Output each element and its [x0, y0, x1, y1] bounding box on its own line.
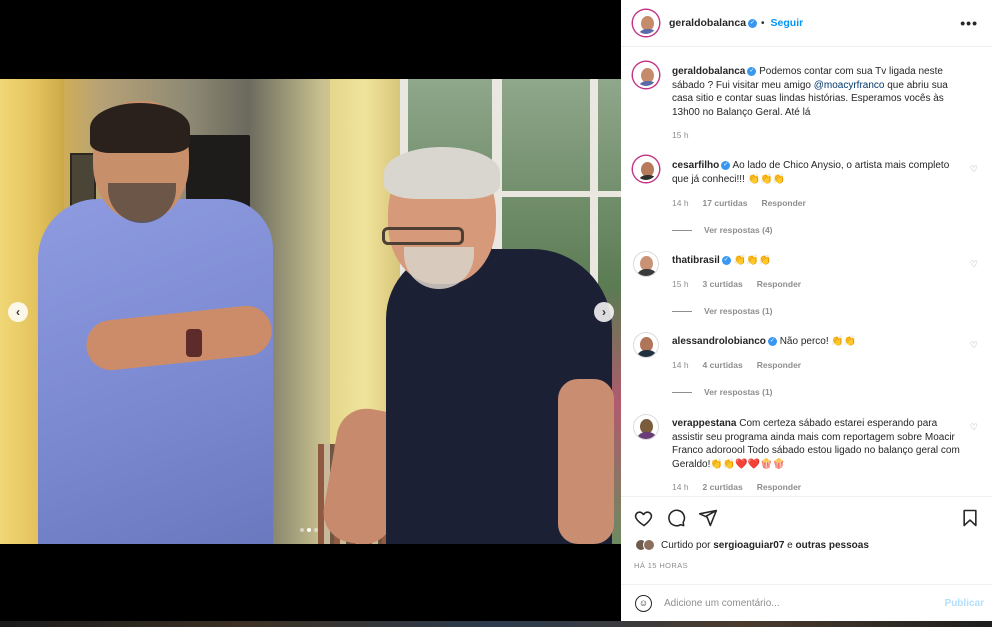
comment-like-icon[interactable]: ♡ — [970, 164, 978, 175]
more-options-icon[interactable]: ••• — [960, 15, 978, 31]
post-actions: Curtido por sergioaguiar07 e outras pess… — [621, 496, 992, 583]
verified-icon: ✓ — [767, 336, 777, 346]
person-right-glasses — [382, 227, 464, 245]
follow-button[interactable]: Seguir — [771, 17, 804, 29]
comment-likes-count[interactable]: 4 curtidas — [703, 360, 743, 370]
verified-icon: ✓ — [721, 255, 731, 265]
person-left-hair — [90, 103, 190, 153]
post-side-panel: geraldobalanca ✓ • Seguir ••• geraldobal… — [621, 0, 992, 621]
caption-meta: 15 h — [672, 130, 689, 140]
comment-like-icon[interactable]: ♡ — [970, 422, 978, 433]
comment-item: verappestana Com certeza sábado estarei … — [633, 414, 978, 496]
comment-meta: 15 h 3 curtidas Responder — [672, 279, 802, 289]
carousel-dot — [314, 528, 318, 532]
person-left-watch — [186, 329, 202, 357]
comment-text: cesarfilho ✓ Ao lado de Chico Anysio, o a… — [672, 160, 950, 185]
caption: geraldobalanca ✓ Podemos contar com sua T… — [633, 62, 978, 152]
person-left-shirt — [38, 199, 273, 544]
verified-icon: ✓ — [748, 18, 758, 28]
carousel-indicator — [300, 528, 318, 532]
emoji-icon[interactable]: ☺ — [635, 594, 652, 612]
view-replies-button[interactable]: Ver respostas (4) — [672, 225, 773, 235]
share-icon[interactable] — [698, 508, 718, 528]
comment-text: thatibrasil ✓ 👏👏👏 — [672, 255, 771, 266]
comment-username[interactable]: cesarfilho — [672, 160, 719, 171]
comment-icon[interactable] — [666, 508, 686, 528]
comment-text: alessandrolobianco ✓ Não perco! 👏👏 — [672, 336, 857, 347]
carousel-dot-active — [307, 528, 311, 532]
avatar[interactable] — [633, 62, 659, 88]
avatar — [643, 539, 655, 551]
carousel-prev-button[interactable]: ‹ — [8, 302, 28, 322]
reply-button[interactable]: Responder — [757, 279, 801, 289]
carousel-dot — [300, 528, 304, 532]
reply-button[interactable]: Responder — [757, 360, 801, 370]
avatar[interactable] — [633, 414, 659, 440]
comment-item: alessandrolobianco ✓ Não perco! 👏👏 ♡ 14 h… — [633, 332, 978, 407]
view-replies-button[interactable]: Ver respostas (1) — [672, 387, 773, 397]
reply-button[interactable]: Responder — [761, 198, 805, 208]
verified-icon: ✓ — [721, 160, 731, 170]
action-icons — [634, 508, 980, 528]
comment-input[interactable] — [664, 597, 945, 609]
verified-icon: ✓ — [747, 66, 757, 76]
comment-likes-count[interactable]: 2 curtidas — [703, 482, 743, 492]
reply-button[interactable]: Responder — [757, 482, 801, 492]
comment-composer: ☺ Publicar — [621, 584, 992, 621]
header-username[interactable]: geraldobalanca — [669, 17, 746, 29]
publish-button[interactable]: Publicar — [945, 598, 984, 609]
comment-meta: 14 h 4 curtidas Responder — [672, 360, 802, 370]
bookmark-icon[interactable] — [960, 508, 980, 528]
post-photo[interactable] — [0, 79, 621, 544]
liker-username[interactable]: sergioaguiar07 — [713, 540, 784, 551]
comments-list[interactable]: geraldobalanca ✓ Podemos contar com sua T… — [621, 48, 992, 496]
mention-link[interactable]: @moacyrfranco — [814, 80, 885, 91]
view-replies-button[interactable]: Ver respostas (1) — [672, 306, 773, 316]
avatar[interactable] — [633, 156, 659, 182]
comment-meta: 14 h 2 curtidas Responder — [672, 482, 802, 492]
avatar[interactable] — [633, 10, 659, 36]
person-right-arm-right — [558, 379, 614, 544]
comment-item: cesarfilho ✓ Ao lado de Chico Anysio, o a… — [633, 156, 978, 236]
post-header: geraldobalanca ✓ • Seguir ••• — [621, 0, 992, 47]
comment-meta: 14 h 17 curtidas Responder — [672, 198, 806, 208]
comment-username[interactable]: verappestana — [672, 418, 736, 429]
post-timestamp[interactable]: HÁ 15 HORAS — [634, 561, 688, 570]
post-media: ‹ › — [0, 0, 621, 621]
comment-likes-count[interactable]: 3 curtidas — [703, 279, 743, 289]
comment-text: verappestana Com certeza sábado estarei … — [672, 418, 960, 470]
comment-username[interactable]: thatibrasil — [672, 255, 720, 266]
chevron-right-icon: › — [602, 305, 606, 319]
avatar[interactable] — [633, 332, 659, 358]
caption-username[interactable]: geraldobalanca — [672, 66, 745, 77]
avatar[interactable] — [633, 251, 659, 277]
likers-link[interactable]: outras pessoas — [796, 540, 869, 551]
comment-like-icon[interactable]: ♡ — [970, 340, 978, 351]
likes-summary: Curtido por sergioaguiar07 e outras pess… — [635, 539, 869, 551]
comment-likes-count[interactable]: 17 curtidas — [703, 198, 748, 208]
person-right-hair — [384, 147, 500, 199]
carousel-next-button[interactable]: › — [594, 302, 614, 322]
comment-username[interactable]: alessandrolobianco — [672, 336, 766, 347]
chevron-left-icon: ‹ — [16, 305, 20, 319]
heart-icon[interactable] — [634, 508, 654, 528]
comment-like-icon[interactable]: ♡ — [970, 259, 978, 270]
comment-item: thatibrasil ✓ 👏👏👏 ♡ 15 h 3 curtidas Respo… — [633, 251, 978, 326]
background-strip — [0, 621, 992, 627]
caption-text: geraldobalanca ✓ Podemos contar com sua T… — [672, 66, 948, 118]
